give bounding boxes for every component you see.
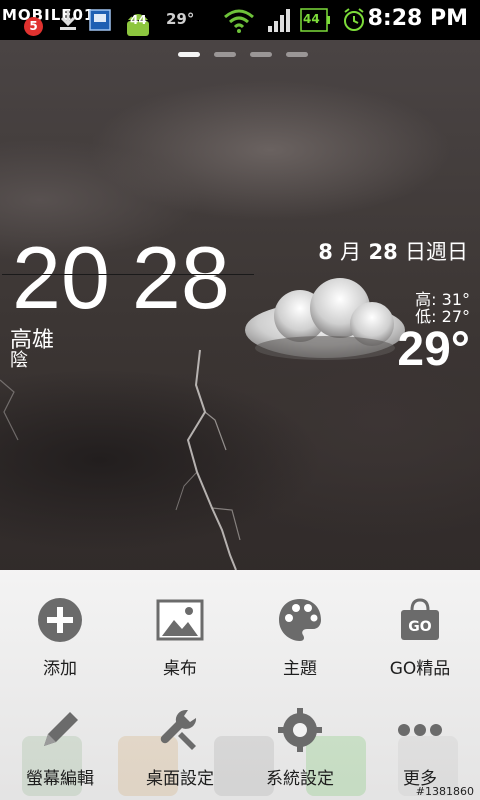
menu-wallpaper[interactable]: 桌布 (120, 570, 240, 680)
menu-go-store[interactable]: GO GO精品 (360, 570, 480, 680)
menu-theme-label: 主題 (283, 659, 317, 679)
add-icon (34, 594, 86, 646)
wallpaper-icon (154, 594, 206, 646)
clock-hour: 20 (12, 228, 110, 327)
wrench-icon (154, 704, 206, 756)
menu-theme[interactable]: 主題 (240, 570, 360, 680)
page-dot-1[interactable] (178, 52, 200, 57)
weather-high-low: 高: 31° 低: 27° (415, 291, 470, 325)
pencil-icon (34, 704, 86, 756)
weather-high: 高: 31° (415, 290, 470, 309)
menu-screen-edit[interactable]: 螢幕編輯 (0, 680, 120, 800)
download-icon (60, 10, 76, 30)
menu-grid: 添加 桌布 主題 GO GO精品 螢幕編輯 桌面設定 系統設定 更多 (0, 570, 480, 800)
image-watermark: #1381860 (415, 785, 474, 798)
status-temperature: 29° (166, 10, 195, 28)
page-dot-3[interactable] (250, 52, 272, 57)
battery-level: 44 (303, 12, 320, 26)
signal-icon (268, 9, 290, 32)
date-day: 28 (368, 240, 398, 264)
clock-divider (2, 274, 254, 275)
menu-screen-edit-label: 螢幕編輯 (26, 769, 94, 789)
date-month-label: 月 (340, 240, 362, 264)
menu-desktop-settings-label: 桌面設定 (146, 769, 214, 789)
wifi-icon (224, 9, 254, 33)
android-update-count: 44 (130, 13, 147, 27)
menu-desktop-settings[interactable]: 桌面設定 (120, 680, 240, 800)
alarm-icon (344, 8, 364, 31)
clock-minute: 28 (131, 228, 230, 327)
menu-more[interactable]: 更多 (360, 680, 480, 800)
page-dot-4[interactable] (286, 52, 308, 57)
more-icon (394, 704, 446, 756)
shopping-bag-icon: GO (394, 594, 446, 646)
menu-wallpaper-label: 桌布 (163, 659, 197, 679)
page-indicator[interactable] (178, 52, 308, 57)
status-time: 8:28 PM (367, 6, 468, 31)
page-dot-2[interactable] (214, 52, 236, 57)
weather-current-temp: 29° (397, 323, 470, 376)
svg-text:GO: GO (408, 619, 431, 635)
clock-widget[interactable]: 20 28 (12, 228, 230, 327)
menu-add[interactable]: 添加 (0, 570, 120, 680)
sd-card-icon (89, 9, 111, 31)
menu-add-label: 添加 (43, 659, 77, 679)
status-bar: MOBILE01 5 44 29° 44 8:28 PM (0, 0, 480, 40)
notification-badge: 5 (24, 17, 43, 36)
menu-system-settings[interactable]: 系統設定 (240, 680, 360, 800)
menu-system-settings-label: 系統設定 (266, 769, 334, 789)
menu-go-store-label: GO精品 (389, 659, 451, 679)
weather-date: 8 月 28 日週日 (318, 236, 468, 266)
weather-condition: 陰 (10, 350, 28, 371)
cloud-icon (245, 278, 405, 360)
gear-icon (274, 704, 326, 756)
date-month: 8 (318, 240, 333, 264)
date-weekday: 日週日 (405, 240, 468, 264)
palette-icon (274, 594, 326, 646)
